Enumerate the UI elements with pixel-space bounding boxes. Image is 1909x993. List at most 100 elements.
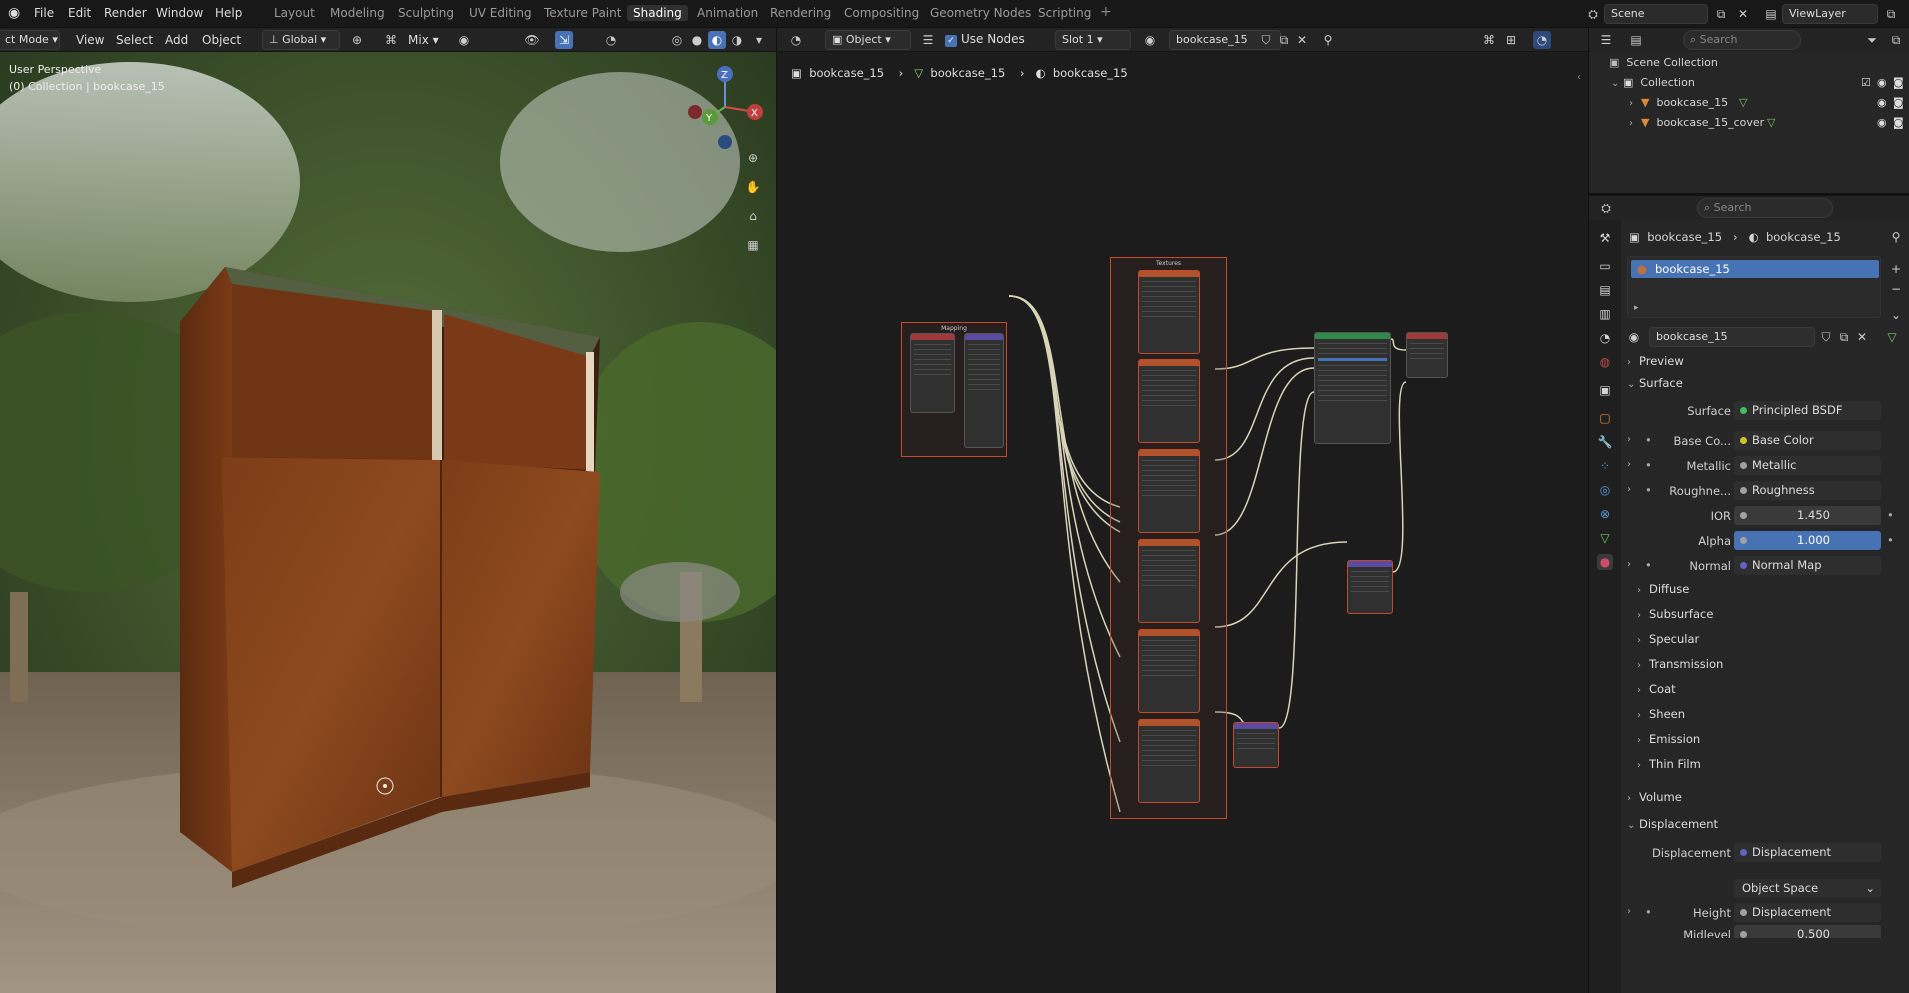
- keyframe-dot-icon[interactable]: •: [1645, 433, 1652, 447]
- blender-logo-icon[interactable]: ◉: [8, 5, 20, 21]
- diffuse-panel-header[interactable]: › Diffuse: [1637, 582, 1689, 596]
- node-overlays-icon[interactable]: ◔: [1533, 31, 1551, 49]
- properties-editor-type-icon[interactable]: ⛭: [1597, 199, 1615, 217]
- sheen-panel-header[interactable]: › Sheen: [1637, 707, 1685, 721]
- pan-hand-icon[interactable]: ✋: [744, 178, 762, 196]
- fake-user-shield-icon[interactable]: ⛉: [1257, 31, 1275, 49]
- camera-view-icon[interactable]: ⌂: [744, 207, 762, 225]
- node-material-output[interactable]: [1406, 332, 1448, 378]
- snap-icon[interactable]: ⌘: [382, 31, 400, 49]
- tab-scripting[interactable]: Scripting: [1038, 6, 1091, 20]
- coat-panel-header[interactable]: › Coat: [1637, 682, 1676, 696]
- pin-icon[interactable]: ⚲: [1319, 31, 1337, 49]
- tab-rendering[interactable]: Rendering: [770, 6, 831, 20]
- display-mode-icon[interactable]: ▤: [1627, 31, 1645, 49]
- slot-specials-icon[interactable]: ⌄: [1887, 306, 1905, 324]
- properties-search-input[interactable]: ⌕ Search: [1697, 198, 1833, 218]
- thin-film-panel-header[interactable]: › Thin Film: [1637, 757, 1701, 771]
- ortho-toggle-icon[interactable]: ▦: [744, 236, 762, 254]
- outliner-editor-type-icon[interactable]: ☰: [1597, 31, 1615, 49]
- collection-tab-icon[interactable]: ▣: [1597, 382, 1613, 398]
- fake-user-shield-icon[interactable]: ⛉: [1817, 328, 1835, 346]
- subsurface-panel-header[interactable]: › Subsurface: [1637, 607, 1713, 621]
- transmission-panel-header[interactable]: › Transmission: [1637, 657, 1723, 671]
- viewport-menu-add[interactable]: Add: [165, 33, 188, 47]
- eye-icon[interactable]: ◉: [1877, 96, 1887, 109]
- node-image-texture-5[interactable]: [1138, 629, 1200, 713]
- transform-orientation-dropdown[interactable]: ⊥ Global ▾: [262, 30, 340, 50]
- mode-selector[interactable]: ct Mode ▾: [0, 30, 60, 50]
- metallic-field[interactable]: Metallic: [1734, 456, 1881, 475]
- duplicate-material-icon[interactable]: ⧉: [1835, 328, 1853, 346]
- collection-row[interactable]: ⌄ ▣ Collection ☑ ◉ ◙: [1611, 76, 1904, 89]
- scene-selector[interactable]: Scene: [1604, 4, 1708, 24]
- frame-textures[interactable]: Textures: [1110, 257, 1227, 819]
- node-mapping[interactable]: [964, 333, 1004, 448]
- add-workspace-icon[interactable]: +: [1100, 4, 1112, 20]
- view-layer-tab-icon[interactable]: ▥: [1597, 306, 1613, 322]
- base-color-field[interactable]: Base Color: [1734, 431, 1881, 450]
- output-tab-icon[interactable]: ▤: [1597, 282, 1613, 298]
- expand-icon[interactable]: ▸: [1634, 303, 1639, 313]
- blend-mode-dropdown[interactable]: Mix ▾: [408, 33, 439, 47]
- menu-file[interactable]: File: [34, 6, 54, 20]
- tab-modeling[interactable]: Modeling: [330, 6, 385, 20]
- material-browse-icon[interactable]: ◉: [1141, 31, 1159, 49]
- normal-field[interactable]: Normal Map: [1734, 556, 1881, 575]
- navigation-gizmo[interactable]: Z X Y: [680, 62, 770, 152]
- snap-node-icon[interactable]: ⌘: [1480, 31, 1498, 49]
- render-tab-icon[interactable]: ▭: [1597, 258, 1613, 274]
- keyframe-dot-icon[interactable]: •: [1887, 533, 1894, 547]
- volume-panel-header[interactable]: › Volume: [1627, 790, 1682, 804]
- tab-uv-editing[interactable]: UV Editing: [469, 6, 532, 20]
- scene-tab-icon[interactable]: ◔: [1597, 330, 1613, 346]
- new-collection-icon[interactable]: ⧉: [1887, 31, 1905, 49]
- material-name-field[interactable]: bookcase_15: [1649, 327, 1815, 347]
- node-texture-coordinate[interactable]: [910, 333, 955, 413]
- delete-scene-icon[interactable]: ✕: [1734, 5, 1752, 23]
- snap-options-icon[interactable]: ⊞: [1502, 31, 1520, 49]
- menu-edit[interactable]: Edit: [68, 6, 91, 20]
- height-field[interactable]: Displacement: [1734, 903, 1881, 922]
- 3d-viewport[interactable]: User Perspective (0) Collection | bookca…: [0, 52, 776, 993]
- node-image-texture-2[interactable]: [1138, 359, 1200, 443]
- frame-mapping[interactable]: Mapping: [901, 322, 1007, 457]
- slot-list-icon[interactable]: ☰: [919, 31, 937, 49]
- tab-sculpting[interactable]: Sculpting: [398, 6, 454, 20]
- unlink-material-icon[interactable]: ✕: [1853, 328, 1871, 346]
- surface-panel-header[interactable]: ⌄ Surface: [1627, 376, 1683, 390]
- specular-panel-header[interactable]: › Specular: [1637, 632, 1699, 646]
- zoom-icon[interactable]: ⊕: [744, 149, 762, 167]
- node-displacement[interactable]: [1347, 560, 1393, 614]
- filter-icon[interactable]: ⏷: [1863, 31, 1881, 49]
- tab-animation[interactable]: Animation: [697, 6, 758, 20]
- expand-icon[interactable]: ›: [1627, 559, 1631, 570]
- material-slot-item[interactable]: ● bookcase_15: [1631, 260, 1879, 278]
- world-tab-icon[interactable]: ◍: [1597, 354, 1613, 370]
- tab-texture-paint[interactable]: Texture Paint: [544, 6, 621, 20]
- menu-render[interactable]: Render: [104, 6, 147, 20]
- editor-type-icon[interactable]: ◔: [787, 31, 805, 49]
- viewport-menu-select[interactable]: Select: [116, 33, 153, 47]
- wireframe-shading-icon[interactable]: ◎: [668, 31, 686, 49]
- node-image-texture-3[interactable]: [1138, 449, 1200, 533]
- node-image-texture-6[interactable]: [1138, 719, 1200, 803]
- scene-collection-row[interactable]: ▣ Scene Collection: [1609, 56, 1718, 69]
- tool-tab-icon[interactable]: ⚒: [1597, 230, 1613, 246]
- node-image-texture-1[interactable]: [1138, 270, 1200, 354]
- viewlayer-icon[interactable]: ▤: [1762, 5, 1780, 23]
- visibility-icon[interactable]: 👁: [523, 31, 541, 49]
- proportional-edit-icon[interactable]: ◉: [455, 31, 473, 49]
- roughness-field[interactable]: Roughness: [1734, 481, 1881, 500]
- material-browse-icon[interactable]: ◉: [1625, 328, 1643, 346]
- new-scene-icon[interactable]: ⧉: [1712, 5, 1730, 23]
- outliner-item[interactable]: › ▼ bookcase_15_cover ▽ ◉ ◙: [1629, 116, 1904, 129]
- tab-compositing[interactable]: Compositing: [844, 6, 919, 20]
- node-editor-canvas[interactable]: ▣ bookcase_15 › ▽ bookcase_15 › ◐ bookca…: [777, 52, 1588, 993]
- overlays-icon[interactable]: ◔: [602, 31, 620, 49]
- preview-panel-header[interactable]: › Preview: [1627, 354, 1684, 368]
- menu-window[interactable]: Window: [156, 6, 203, 20]
- surface-shader-field[interactable]: Principled BSDF: [1734, 401, 1881, 420]
- alpha-field[interactable]: 1.000: [1734, 531, 1881, 550]
- keyframe-dot-icon[interactable]: •: [1645, 558, 1652, 572]
